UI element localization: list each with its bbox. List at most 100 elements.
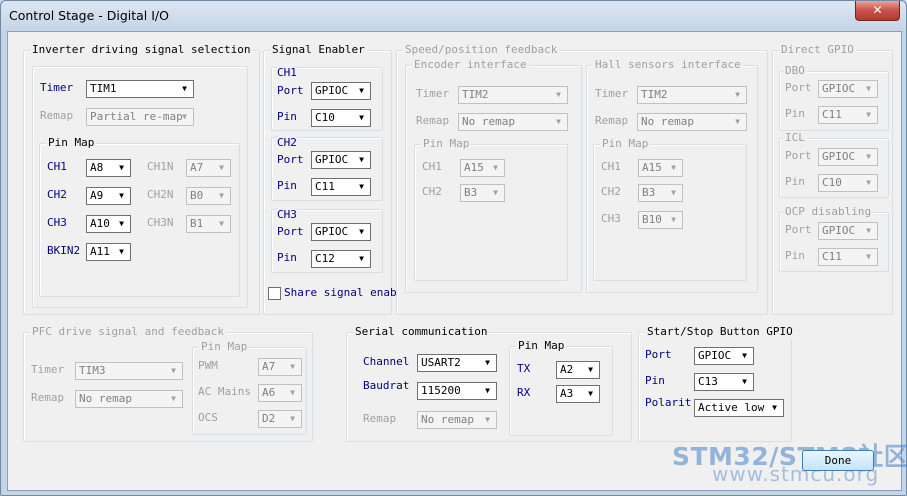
startstop-pin-combo[interactable]: C13 ▼ [694,373,754,391]
remap-label: Remap [40,109,74,122]
ch1-combo[interactable]: A8 ▼ [86,159,131,177]
chevron-down-icon: ▼ [359,254,364,263]
pfc-remap-label: Remap [31,391,65,404]
chevron-down-icon: ▼ [171,366,176,375]
hall-timer-combo: TIM2 ▼ [637,86,747,104]
dialog-window: Control Stage - Digital I/O ✕ Inverter d… [0,0,907,496]
pfc-acmains-label: AC Mains [198,385,251,398]
ocp-pin-value: C11 [822,250,842,263]
dbo-pin-value: C11 [822,108,842,121]
startstop-polarity-combo[interactable]: Active low ▼ [694,399,784,417]
bkin2-label: BKIN2 [47,244,81,257]
timer-combo[interactable]: TIM1 ▼ [86,80,194,98]
chevron-down-icon: ▼ [219,219,224,228]
startstop-pin-label: Pin [645,374,665,387]
se-ch2-port-combo[interactable]: GPIOC ▼ [311,151,371,169]
ch3-combo[interactable]: A10 ▼ [86,215,131,233]
ch1-label: CH1 [47,160,67,173]
ch2n-value: B0 [190,189,204,202]
serial-pinmap-legend: Pin Map [516,339,567,353]
inverter-pinmap: Pin Map CH1 A8 ▼ CH1N A7 ▼ CH2 A9 ▼ CH2N B0… [39,136,240,297]
hall-ch2-value: B3 [642,186,656,199]
ch2-combo[interactable]: A9 ▼ [86,187,131,205]
se-ch2-group: CH2 Port GPIOC ▼ Pin C11 ▼ [271,136,383,201]
chevron-down-icon: ▼ [588,365,593,374]
startstop-port-combo[interactable]: GPIOC ▼ [694,347,754,365]
serial-pinmap: Pin Map TX A2 ▼ RX A3 ▼ [509,339,613,436]
ch2n-label: CH2N [147,188,174,201]
chevron-down-icon: ▼ [171,394,176,403]
se-ch3-group: CH3 Port GPIOC ▼ Pin C12 ▼ [271,208,383,273]
chevron-down-icon: ▼ [742,377,747,386]
ocp-port-combo: GPIOC ▼ [818,222,878,240]
remap-value: Partial re-map [90,110,183,123]
chevron-down-icon: ▼ [671,163,676,172]
startstop-port-label: Port [645,348,672,361]
serial-rx-combo[interactable]: A3 ▼ [556,385,600,403]
dbo-port-value: GPIOC [822,82,856,95]
speed-feedback-legend: Speed/position feedback [403,43,560,57]
hall-remap-label: Remap [595,114,629,127]
serial-channel-combo[interactable]: USART2 ▼ [417,354,497,372]
serial-channel-label: Channel [363,355,410,368]
ch3-label: CH3 [47,216,67,229]
chevron-down-icon: ▼ [119,247,124,256]
window-title: Control Stage - Digital I/O [9,8,169,23]
se-ch1-pin-combo[interactable]: C10 ▼ [311,109,371,127]
serial-tx-combo[interactable]: A2 ▼ [556,361,600,379]
chevron-down-icon: ▼ [772,403,777,412]
pfc-pwm-value: A7 [262,360,276,373]
chevron-down-icon: ▼ [735,117,740,126]
bkin2-combo[interactable]: A11 ▼ [86,243,131,261]
signal-enabler-group: Signal Enabler CH1 Port GPIOC ▼ Pin C10 ▼ … [263,43,397,315]
done-button[interactable]: Done [802,450,874,471]
se-ch1-pin-label: Pin [277,110,297,123]
title-bar[interactable]: Control Stage - Digital I/O ✕ [1,1,906,31]
icl-port-value: GPIOC [822,150,856,163]
chevron-down-icon: ▼ [485,358,490,367]
share-signal-checkbox[interactable] [268,287,281,300]
encoder-ch1-combo: A15 ▼ [460,159,505,177]
chevron-down-icon: ▼ [556,90,561,99]
ch2n-combo: B0 ▼ [186,187,231,205]
ocp-port-label: Port [785,223,812,236]
chevron-down-icon: ▼ [866,152,871,161]
se-ch1-port-combo[interactable]: GPIOC ▼ [311,82,371,100]
icl-pin-value: C10 [822,176,842,189]
chevron-down-icon: ▼ [359,227,364,236]
chevron-down-icon: ▼ [359,155,364,164]
se-ch2-pin-combo[interactable]: C11 ▼ [311,178,371,196]
pfc-acmains-combo: A6 ▼ [258,384,302,402]
close-button[interactable]: ✕ [855,1,900,21]
chevron-down-icon: ▼ [866,110,871,119]
serial-rx-label: RX [517,386,531,399]
ocp-pin-combo: C11 ▼ [818,248,878,266]
icl-port-label: Port [785,149,812,162]
hall-pinmap-legend: Pin Map [600,137,651,151]
se-ch1-port-value: GPIOC [315,84,349,97]
serial-baudrate-combo[interactable]: 115200 ▼ [417,382,497,400]
se-ch3-pin-combo[interactable]: C12 ▼ [311,250,371,268]
chevron-down-icon: ▼ [119,191,124,200]
chevron-down-icon: ▼ [119,219,124,228]
ocp-pin-label: Pin [785,249,805,262]
encoder-group: Encoder interface Timer TIM2 ▼ Remap No r… [405,58,582,293]
direct-gpio-group: Direct GPIO DBO Port GPIOC ▼ Pin C11 ▼ ICL… [772,43,893,315]
chevron-down-icon: ▼ [735,90,740,99]
chevron-down-icon: ▼ [866,252,871,261]
pfc-pinmap-legend: Pin Map [199,340,250,354]
hall-remap-value: No remap [641,115,694,128]
se-ch1-pin-value: C10 [315,111,335,124]
chevron-down-icon: ▼ [485,415,490,424]
se-ch3-port-label: Port [277,225,304,238]
encoder-ch2-value: B3 [464,186,478,199]
se-ch3-port-combo[interactable]: GPIOC ▼ [311,223,371,241]
hall-ch2-combo: B3 ▼ [638,184,683,202]
hall-pinmap: Pin Map CH1 A15 ▼ CH2 B3 ▼ CH3 B10 ▼ [593,137,747,281]
share-signal-label: Share signal enab [284,286,397,299]
dbo-pin-label: Pin [785,107,805,120]
dbo-pin-combo: C11 ▼ [818,106,878,124]
se-ch3-port-value: GPIOC [315,225,349,238]
serial-group: Serial communication Channel USART2 ▼ Bau… [346,325,632,442]
chevron-down-icon: ▼ [290,414,295,423]
